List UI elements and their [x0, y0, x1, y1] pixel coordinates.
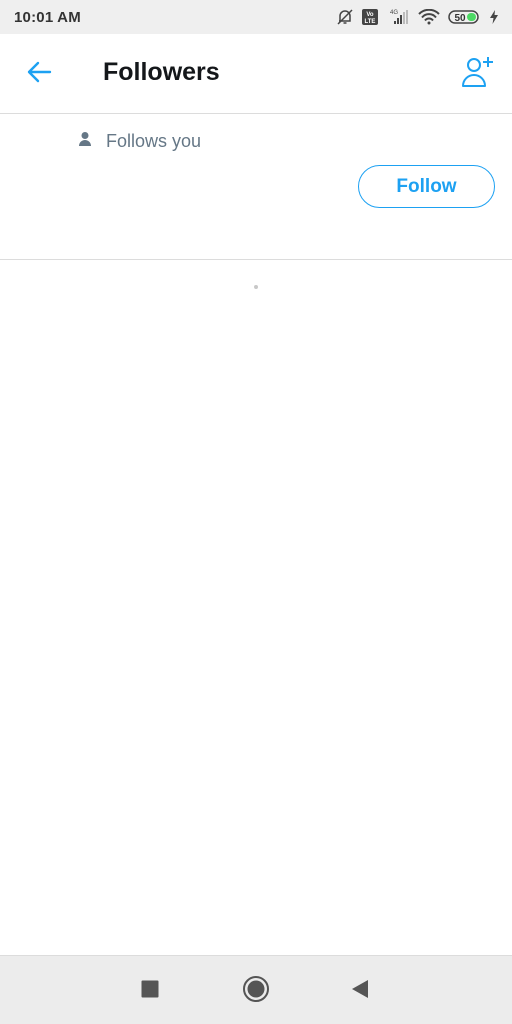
svg-text:Vo: Vo — [366, 12, 374, 18]
page-title: Followers — [103, 58, 220, 86]
add-user-icon — [460, 55, 496, 94]
volte-icon: Vo LTE — [362, 9, 378, 25]
back-button[interactable] — [22, 58, 56, 90]
follows-you-text: Follows you — [106, 131, 202, 151]
wifi-icon — [418, 9, 440, 25]
mute-bell-icon — [336, 8, 354, 26]
back-icon — [351, 979, 369, 1004]
status-bar: 10:01 AM Vo LTE 4G 50 — [0, 0, 512, 34]
add-user-button[interactable] — [458, 54, 498, 94]
status-icons: Vo LTE 4G 50 — [336, 8, 498, 26]
home-button[interactable] — [241, 975, 271, 1008]
recents-icon — [141, 980, 159, 1003]
home-icon — [242, 975, 270, 1008]
back-nav-button[interactable] — [345, 976, 375, 1006]
signal-4g-icon: 4G — [386, 8, 410, 26]
app-bar: Followers — [0, 34, 512, 114]
loading-indicator — [254, 285, 258, 289]
svg-text:4G: 4G — [390, 10, 398, 16]
charging-icon — [490, 10, 498, 24]
svg-text:LTE: LTE — [365, 19, 376, 25]
svg-text:50: 50 — [454, 13, 466, 24]
follower-list-item[interactable]: Follows you Follow — [0, 115, 512, 260]
status-time: 10:01 AM — [14, 8, 81, 26]
battery-icon: 50 — [448, 9, 482, 25]
person-icon — [78, 131, 92, 152]
follow-button[interactable]: Follow — [358, 165, 495, 208]
navigation-bar — [0, 955, 512, 1024]
arrow-left-icon — [26, 60, 52, 89]
follows-you-badge: Follows you — [78, 131, 201, 152]
recents-button[interactable] — [135, 976, 165, 1006]
